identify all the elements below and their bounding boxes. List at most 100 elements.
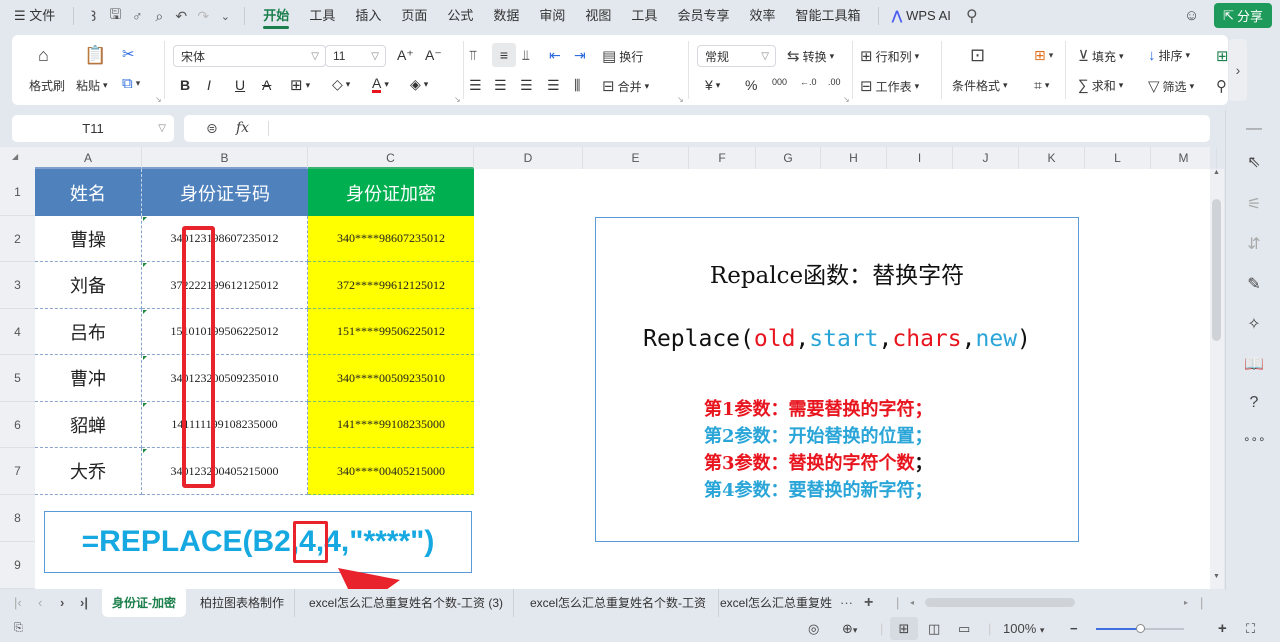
column-header-i[interactable]: I bbox=[887, 147, 953, 169]
row-header-4[interactable]: 4 bbox=[0, 309, 35, 355]
distributed-icon[interactable]: ⫼ bbox=[574, 77, 580, 94]
row-header-1[interactable]: 1 bbox=[0, 169, 35, 216]
fx-icon[interactable]: fx bbox=[236, 120, 249, 136]
tab-home[interactable]: 开始 bbox=[253, 0, 299, 32]
column-header-d[interactable]: D bbox=[474, 147, 583, 169]
table-cell-id[interactable]: 141111199108235000 bbox=[142, 402, 308, 448]
tab-insert[interactable]: 插入 bbox=[345, 0, 391, 32]
freeze-icon[interactable]: ⊞ bbox=[1216, 47, 1229, 65]
table-cell-id[interactable]: 372222199612125012 bbox=[142, 262, 308, 309]
sheet-tab[interactable]: excel怎么汇总重复姓名个数-工资 bbox=[520, 589, 719, 617]
header-cell-encrypted[interactable]: 身份证加密 bbox=[308, 169, 474, 216]
undo-icon[interactable]: ↶ bbox=[170, 8, 192, 25]
eye-protection-icon[interactable]: ◎ bbox=[808, 617, 819, 640]
fill-button[interactable]: ⊻ 填充 ▾ bbox=[1078, 47, 1124, 65]
table-cell-name[interactable]: 大乔 bbox=[35, 448, 142, 495]
chevron-down-icon[interactable]: ⌄ bbox=[214, 10, 236, 23]
conditional-format-icon[interactable]: ⊡ bbox=[970, 45, 985, 66]
font-color-icon[interactable]: A ▾ bbox=[372, 76, 389, 93]
justify-icon[interactable]: ☰ bbox=[547, 77, 560, 94]
more-sheets-icon[interactable]: ··· bbox=[840, 589, 853, 617]
format-painter-icon[interactable]: ⌂ bbox=[38, 45, 49, 66]
strikethrough-icon[interactable]: A bbox=[262, 77, 271, 93]
row-header-2[interactable]: 2 bbox=[0, 216, 35, 262]
layout-icon[interactable]: ⊕▾ bbox=[842, 617, 857, 640]
copy-icon[interactable]: ⧉ ▾ bbox=[122, 75, 140, 92]
row-header-5[interactable]: 5 bbox=[0, 355, 35, 402]
decrease-indent-icon[interactable]: ⇤ bbox=[549, 47, 561, 64]
font-size-select[interactable]: 11 ▽ bbox=[325, 45, 386, 67]
tab-formula[interactable]: 公式 bbox=[437, 0, 483, 32]
tab-review[interactable]: 审阅 bbox=[529, 0, 575, 32]
row-header-8[interactable]: 8 bbox=[0, 495, 35, 542]
increase-font-icon[interactable]: A⁺ bbox=[397, 47, 414, 64]
align-left-icon[interactable]: ☰ bbox=[469, 77, 482, 94]
align-center-icon[interactable]: ☰ bbox=[494, 77, 507, 94]
conditional-format-button[interactable]: 条件格式 ▾ bbox=[952, 77, 1008, 94]
tab-tools-2[interactable]: 工具 bbox=[621, 0, 667, 32]
row-header-3[interactable]: 3 bbox=[0, 262, 35, 309]
help-icon[interactable]: ? bbox=[1243, 394, 1265, 412]
table-cell-encrypted[interactable]: 372****99612125012 bbox=[308, 262, 474, 309]
number-format-select[interactable]: 常规 ▽ bbox=[697, 45, 776, 67]
tab-view[interactable]: 视图 bbox=[575, 0, 621, 32]
table-cell-id[interactable]: 151010199506225012 bbox=[142, 309, 308, 355]
magic-tools-icon[interactable]: ✧ bbox=[1243, 314, 1265, 334]
bold-button[interactable]: B bbox=[180, 77, 190, 93]
paste-icon[interactable]: 📋 bbox=[84, 45, 106, 66]
select-cursor-icon[interactable]: ⇖ bbox=[1243, 152, 1265, 172]
more-icon[interactable]: ∘∘∘ bbox=[1243, 432, 1266, 446]
header-cell-id[interactable]: 身份证号码 bbox=[142, 169, 308, 216]
macro-icon[interactable]: ⎘ bbox=[14, 617, 23, 640]
align-right-icon[interactable]: ☰ bbox=[520, 77, 533, 94]
scroll-up-icon[interactable]: ▲ bbox=[1213, 169, 1220, 176]
tab-member[interactable]: 会员专享 bbox=[667, 0, 739, 32]
zoom-slider-handle[interactable] bbox=[1136, 624, 1145, 633]
spreadsheet-grid[interactable]: 姓名 身份证号码 身份证加密 曹操 340123198607235012 340… bbox=[35, 169, 1210, 589]
add-sheet-button[interactable]: + bbox=[864, 589, 873, 617]
italic-button[interactable]: I bbox=[207, 77, 211, 93]
column-header-g[interactable]: G bbox=[756, 147, 821, 169]
redo-icon[interactable]: ↷ bbox=[192, 8, 214, 25]
link-icon[interactable]: ♂ bbox=[126, 8, 148, 24]
zoom-slider-track[interactable] bbox=[1096, 624, 1184, 633]
prev-sheet-icon[interactable]: ‹ bbox=[38, 589, 42, 617]
tab-smart-toolbox[interactable]: 智能工具箱 bbox=[785, 0, 870, 32]
formula-bar[interactable]: ⊜ fx bbox=[184, 115, 1210, 142]
paste-button[interactable]: 粘贴 ▾ bbox=[76, 77, 108, 94]
last-sheet-icon[interactable]: ›| bbox=[80, 589, 88, 617]
expand-clipboard-icon[interactable]: ↘ bbox=[155, 95, 162, 104]
normal-view-icon[interactable]: ⊞ bbox=[890, 617, 918, 640]
select-all-button[interactable]: ◢ bbox=[12, 152, 18, 161]
scroll-left-icon[interactable]: ◂ bbox=[910, 589, 914, 617]
column-header-h[interactable]: H bbox=[821, 147, 887, 169]
column-header-a[interactable]: A bbox=[35, 147, 142, 169]
align-middle-icon[interactable]: ≡ bbox=[492, 43, 516, 67]
tab-data[interactable]: 数据 bbox=[483, 0, 529, 32]
collapse-icon[interactable]: — bbox=[1243, 120, 1265, 138]
font-name-select[interactable]: 宋体 ▽ bbox=[173, 45, 326, 67]
cell-border-icon[interactable]: ⌗ ▾ bbox=[1034, 77, 1049, 94]
increase-decimal-icon[interactable]: .00 bbox=[828, 77, 841, 87]
expand-font-icon[interactable]: ↘ bbox=[454, 95, 461, 104]
decrease-font-icon[interactable]: A⁻ bbox=[425, 47, 442, 64]
merge-button[interactable]: ⊟ 合并 ▾ bbox=[602, 77, 649, 95]
page-break-view-icon[interactable]: ◫ bbox=[928, 617, 940, 640]
sum-button[interactable]: ∑ 求和 ▾ bbox=[1078, 77, 1123, 94]
borders-icon[interactable]: ⊞ ▾ bbox=[290, 76, 310, 94]
thousands-button[interactable]: 000 bbox=[772, 77, 787, 87]
column-header-b[interactable]: B bbox=[142, 147, 308, 169]
table-cell-name[interactable]: 曹冲 bbox=[35, 355, 142, 402]
properties-icon[interactable]: ⚟ bbox=[1243, 194, 1265, 214]
zoom-out-button[interactable]: − bbox=[1070, 617, 1078, 640]
table-cell-id[interactable]: 340123200405215000 bbox=[142, 448, 308, 495]
underline-button[interactable]: U bbox=[235, 77, 245, 93]
cut-icon[interactable]: ✂ bbox=[122, 45, 135, 63]
column-header-e[interactable]: E bbox=[583, 147, 689, 169]
tab-tools[interactable]: 工具 bbox=[299, 0, 345, 32]
table-cell-name[interactable]: 貂蝉 bbox=[35, 402, 142, 448]
first-sheet-icon[interactable]: |‹ bbox=[14, 589, 22, 617]
print-preview-icon[interactable]: ⌕ bbox=[148, 8, 170, 25]
column-header-m[interactable]: M bbox=[1151, 147, 1217, 169]
search-icon[interactable]: ⚲ bbox=[961, 6, 983, 26]
